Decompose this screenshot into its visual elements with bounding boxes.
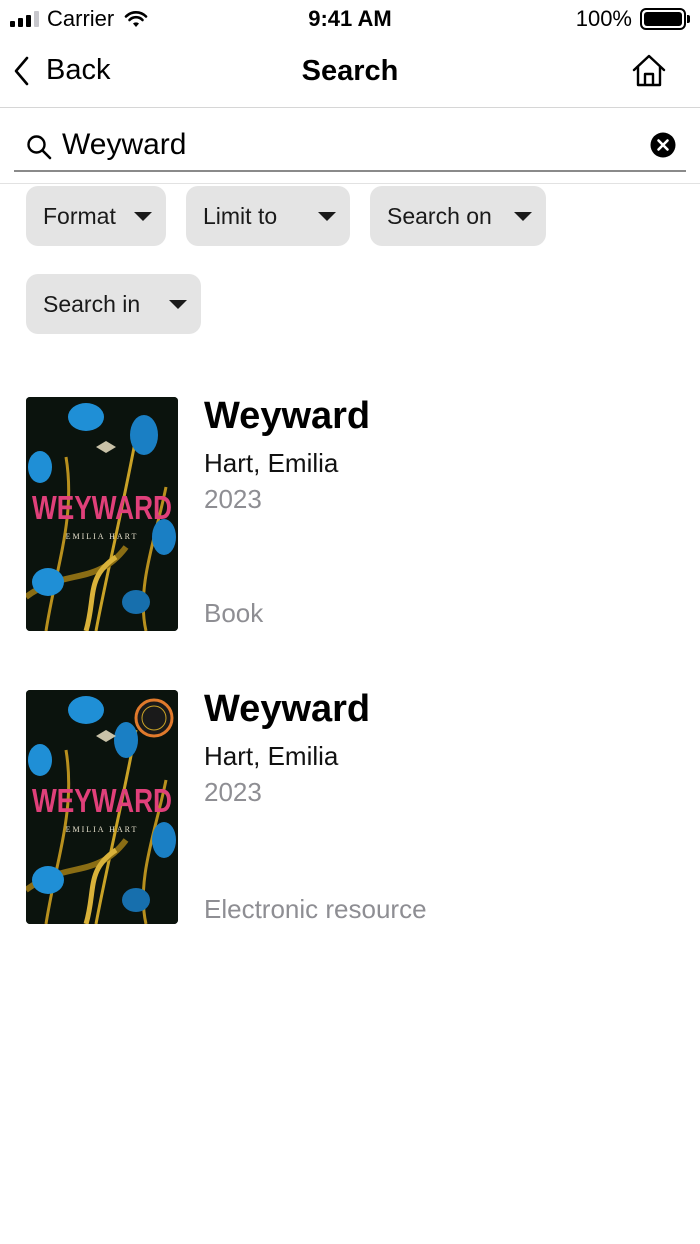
- result-format: Book: [204, 598, 264, 628]
- filter-search-in-dropdown[interactable]: Search in: [26, 274, 201, 334]
- battery-percent: 100%: [575, 6, 632, 31]
- cover-author-text: EMILIA HART: [66, 532, 139, 541]
- clear-search-icon[interactable]: [650, 132, 676, 158]
- cover-title-text: WEYWARD: [32, 489, 172, 526]
- search-icon: [27, 135, 52, 160]
- book-cover-image: WEYWARD EMILIA HART: [26, 690, 178, 924]
- result-year: 2023: [204, 777, 262, 807]
- result-author: Hart, Emilia: [204, 448, 339, 478]
- search-input[interactable]: [62, 124, 622, 166]
- result-title: Weyward: [204, 395, 371, 437]
- search-result-item[interactable]: WEYWARD EMILIA HART Weyward Hart, Emilia…: [0, 396, 700, 632]
- result-title: Weyward: [204, 688, 371, 730]
- book-cover-image: WEYWARD EMILIA HART: [26, 397, 178, 631]
- result-year: 2023: [204, 484, 262, 514]
- caret-down-icon: [318, 212, 336, 221]
- caret-down-icon: [514, 212, 532, 221]
- battery-icon: [640, 8, 690, 30]
- cover-author-text: EMILIA HART: [66, 825, 139, 834]
- nav-bar: Back Search: [0, 40, 700, 108]
- back-label: Back: [46, 54, 111, 86]
- filter-search-on-label: Search on: [387, 202, 492, 229]
- status-right: 100%: [576, 6, 690, 32]
- search-result-item[interactable]: WEYWARD EMILIA HART Weyward Hart, Emilia…: [0, 689, 700, 925]
- filter-limit-to-dropdown[interactable]: Limit to: [186, 186, 350, 246]
- filter-search-on-dropdown[interactable]: Search on: [370, 186, 546, 246]
- chevron-left-icon: [14, 56, 29, 85]
- status-bar: Carrier 9:41 AM 100%: [0, 0, 700, 40]
- result-author: Hart, Emilia: [204, 741, 339, 771]
- result-format: Electronic resource: [204, 894, 427, 924]
- home-icon[interactable]: [630, 52, 668, 90]
- filter-format-label: Format: [43, 202, 116, 229]
- cover-title-text: WEYWARD: [32, 782, 172, 819]
- filter-limit-to-label: Limit to: [203, 202, 278, 229]
- caret-down-icon: [134, 212, 152, 221]
- caret-down-icon: [169, 300, 187, 309]
- filter-search-in-label: Search in: [43, 290, 141, 317]
- search-bar: [0, 108, 700, 184]
- search-field: [14, 120, 686, 172]
- filter-format-dropdown[interactable]: Format: [26, 186, 166, 246]
- back-button[interactable]: Back: [12, 54, 110, 87]
